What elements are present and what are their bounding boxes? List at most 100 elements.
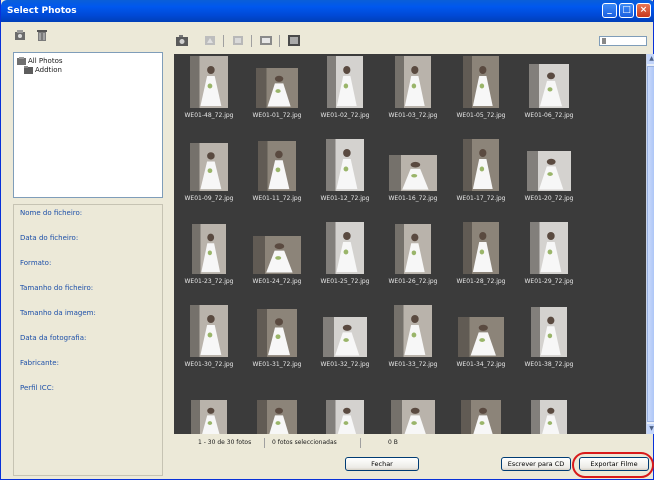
photo-filename: WE01-29_72.jpg — [524, 278, 574, 285]
wedding-photo-image — [191, 400, 227, 434]
new-album-icon[interactable] — [13, 28, 27, 42]
photo-filename: WE01-20_72.jpg — [524, 195, 574, 202]
highlight-ring — [572, 452, 654, 478]
status-bar: 1 - 30 de 30 fotos 0 fotos seleccionadas… — [174, 436, 646, 450]
wedding-photo-image — [461, 400, 501, 434]
folder-icon — [24, 66, 33, 74]
photo-filename: WE01-33_72.jpg — [388, 361, 438, 368]
photo-thumbnail[interactable]: WE01-34_72.jpg — [450, 305, 512, 368]
delete-trash-icon[interactable] — [35, 28, 49, 42]
add-photos-icon[interactable] — [175, 34, 189, 47]
photo-thumbnail[interactable]: WE01-09_72.jpg — [178, 139, 240, 202]
wedding-photo-image — [531, 307, 567, 357]
toolbar-separator — [251, 35, 252, 47]
wedding-photo-image — [463, 139, 499, 191]
prop-maker: Fabricante: — [20, 359, 59, 367]
scroll-down-arrow[interactable]: ▼ — [647, 424, 654, 434]
photo-filename: WE01-26_72.jpg — [388, 278, 438, 285]
wedding-photo-image — [326, 400, 364, 434]
prop-format: Formato: — [20, 259, 52, 267]
prop-image-size: Tamanho da imagem: — [20, 309, 96, 317]
tree-item-addtion[interactable]: Addtion — [24, 65, 62, 75]
photo-filename: WE01-12_72.jpg — [320, 195, 370, 202]
wedding-photo-image — [530, 222, 568, 274]
photo-filename: WE01-17_72.jpg — [456, 195, 506, 202]
photo-thumbnail[interactable]: WE01-38_72.jpg — [518, 305, 580, 368]
window-title: Select Photos — [7, 6, 77, 16]
photo-thumbnail[interactable]: WE01-02_72.jpg — [314, 56, 376, 119]
view-photo-icon[interactable] — [259, 34, 273, 47]
photo-filename: WE01-05_72.jpg — [456, 112, 506, 119]
photo-thumbnail[interactable]: WE01-06_72.jpg — [518, 56, 580, 119]
wedding-photo-image — [257, 309, 297, 357]
photo-thumbnail[interactable]: WE01-29_72.jpg — [518, 222, 580, 285]
photo-gallery[interactable]: WE01-48_72.jpg WE01-01_72.jpg WE01-02_72.j… — [174, 54, 646, 434]
photo-thumbnail[interactable] — [450, 388, 512, 434]
gallery-scrollbar[interactable]: ▲ ▼ — [646, 54, 654, 434]
photo-thumbnail[interactable]: WE01-32_72.jpg — [314, 305, 376, 368]
photo-thumbnail[interactable]: WE01-17_72.jpg — [450, 139, 512, 202]
photo-thumbnail[interactable]: WE01-25_72.jpg — [314, 222, 376, 285]
photo-thumbnail[interactable]: WE01-26_72.jpg — [382, 222, 444, 285]
prop-icc-profile: Perfil ICC: — [20, 384, 54, 392]
photo-range-count: 1 - 30 de 30 fotos — [198, 439, 252, 446]
photo-thumbnail[interactable]: WE01-16_72.jpg — [382, 139, 444, 202]
photo-filename: WE01-09_72.jpg — [184, 195, 234, 202]
photo-filename: WE01-02_72.jpg — [320, 112, 370, 119]
thumbnail-size-slider[interactable] — [599, 36, 647, 46]
selected-count: 0 fotos seleccionadas — [272, 439, 337, 446]
album-icon — [17, 57, 26, 65]
photo-thumbnail[interactable]: WE01-31_72.jpg — [246, 305, 308, 368]
photo-filename: WE01-01_72.jpg — [252, 112, 302, 119]
edit-photo-icon[interactable] — [231, 34, 245, 47]
photo-thumbnail[interactable]: WE01-11_72.jpg — [246, 139, 308, 202]
photo-thumbnail[interactable]: WE01-30_72.jpg — [178, 305, 240, 368]
photo-thumbnail[interactable]: WE01-01_72.jpg — [246, 56, 308, 119]
photo-thumbnail[interactable]: WE01-23_72.jpg — [178, 222, 240, 285]
photo-filename: WE01-32_72.jpg — [320, 361, 370, 368]
burn-cd-button[interactable]: Escrever para CD — [501, 457, 571, 471]
wedding-photo-image — [463, 56, 499, 108]
photo-thumbnail[interactable]: WE01-12_72.jpg — [314, 139, 376, 202]
wedding-photo-image — [531, 400, 567, 434]
photo-thumbnail[interactable] — [382, 388, 444, 434]
minimize-button[interactable]: _ — [602, 3, 617, 18]
tree-child-label: Addtion — [35, 66, 62, 74]
maximize-button[interactable]: □ — [619, 3, 634, 18]
photo-thumbnail[interactable] — [246, 388, 308, 434]
photo-thumbnail[interactable]: WE01-24_72.jpg — [246, 222, 308, 285]
photo-thumbnail[interactable] — [314, 388, 376, 434]
photo-thumbnail[interactable] — [518, 388, 580, 434]
photo-filename: WE01-23_72.jpg — [184, 278, 234, 285]
photo-filename: WE01-38_72.jpg — [524, 361, 574, 368]
wedding-photo-image — [257, 400, 297, 434]
close-window-button[interactable]: × — [636, 3, 651, 18]
wedding-photo-image — [253, 236, 301, 274]
wedding-photo-image — [458, 317, 504, 357]
photo-thumbnail[interactable]: WE01-20_72.jpg — [518, 139, 580, 202]
photo-thumbnail[interactable]: WE01-48_72.jpg — [178, 56, 240, 119]
gallery-toolbar — [169, 30, 654, 52]
wedding-photo-image — [190, 56, 228, 108]
prop-file-name: Nome do ficheiro: — [20, 209, 83, 217]
prop-photo-date: Data da fotografia: — [20, 334, 87, 342]
album-tree[interactable]: All Photos Addtion — [13, 52, 163, 198]
wedding-photo-image — [395, 56, 431, 108]
photo-thumbnail[interactable] — [178, 388, 240, 434]
photo-thumbnail[interactable]: WE01-33_72.jpg — [382, 305, 444, 368]
slider-thumb[interactable] — [602, 38, 606, 44]
slideshow-icon[interactable] — [287, 34, 301, 47]
scroll-up-arrow[interactable]: ▲ — [647, 54, 654, 64]
scroll-thumb[interactable] — [647, 66, 654, 422]
wedding-photo-image — [395, 224, 431, 274]
rotate-icon[interactable] — [203, 34, 217, 47]
photo-thumbnail[interactable]: WE01-03_72.jpg — [382, 56, 444, 119]
wedding-photo-image — [323, 317, 367, 357]
photo-thumbnail[interactable]: WE01-28_72.jpg — [450, 222, 512, 285]
wedding-photo-image — [389, 155, 437, 191]
status-separator — [264, 438, 265, 448]
photo-thumbnail[interactable]: WE01-05_72.jpg — [450, 56, 512, 119]
left-toolbar — [5, 24, 161, 48]
fechar-button[interactable]: Fechar — [345, 457, 419, 471]
photo-filename: WE01-03_72.jpg — [388, 112, 438, 119]
